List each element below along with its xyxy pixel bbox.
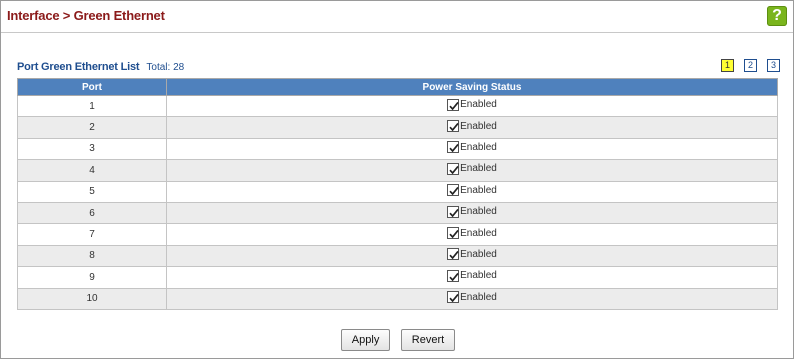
power-saving-status-label: Enabled <box>460 227 497 239</box>
checkmark-icon <box>449 165 459 175</box>
title-bar: Interface > Green Ethernet ? <box>1 1 793 33</box>
column-header-power-saving-status: Power Saving Status <box>166 78 778 96</box>
page-button-1[interactable]: 1 <box>721 59 734 72</box>
power-saving-status-label: Enabled <box>460 291 497 303</box>
table-row: 3 Enabled <box>17 137 778 161</box>
power-saving-checkbox[interactable] <box>447 162 460 175</box>
power-saving-status-cell: Enabled <box>166 116 778 139</box>
power-saving-toggle: Enabled <box>447 120 497 133</box>
power-saving-checkbox[interactable] <box>447 98 460 111</box>
column-header-port: Port <box>17 78 167 96</box>
port-cell: 10 <box>17 287 167 310</box>
power-saving-status-cell: Enabled <box>166 137 778 161</box>
checkmark-icon <box>449 144 459 153</box>
power-saving-checkbox[interactable] <box>447 120 460 133</box>
table-row: 5 Enabled <box>17 180 778 203</box>
table-row: 9 Enabled <box>17 266 778 289</box>
list-header: Port Green Ethernet List Total: 28 <box>17 61 184 73</box>
power-saving-checkbox[interactable] <box>447 227 460 240</box>
table-row: 1 Enabled <box>17 94 778 118</box>
table-row: 8 Enabled <box>17 244 778 268</box>
power-saving-toggle: Enabled <box>447 205 497 218</box>
power-saving-checkbox[interactable] <box>447 205 460 218</box>
checkmark-icon <box>449 187 459 196</box>
checkmark-icon <box>449 251 459 260</box>
table-header-row: Port Power Saving Status <box>17 78 778 96</box>
port-table: Port Power Saving Status 1 Enabled 2 Enable… <box>17 78 778 310</box>
power-saving-status-cell: Enabled <box>166 266 778 289</box>
power-saving-toggle: Enabled <box>447 248 497 261</box>
table-row: 2 Enabled <box>17 116 778 139</box>
help-icon[interactable]: ? <box>767 6 787 26</box>
power-saving-status-cell: Enabled <box>166 94 778 118</box>
checkmark-icon <box>449 101 459 110</box>
power-saving-status-label: Enabled <box>460 163 497 175</box>
table-row: 10 Enabled <box>17 287 778 310</box>
checkmark-icon <box>449 272 459 282</box>
checkmark-icon <box>449 122 459 132</box>
power-saving-toggle: Enabled <box>447 269 497 282</box>
checkmark-icon <box>449 294 459 303</box>
checkmark-icon <box>449 229 459 239</box>
power-saving-checkbox[interactable] <box>447 141 460 154</box>
power-saving-status-label: Enabled <box>460 120 497 132</box>
page-button-2[interactable]: 2 <box>744 59 757 72</box>
power-saving-checkbox[interactable] <box>447 184 460 197</box>
table-row: 6 Enabled <box>17 201 778 225</box>
port-cell: 4 <box>17 159 167 182</box>
port-cell: 6 <box>17 201 167 225</box>
power-saving-checkbox[interactable] <box>447 269 460 282</box>
power-saving-toggle: Enabled <box>447 162 497 175</box>
power-saving-status-cell: Enabled <box>166 244 778 268</box>
power-saving-toggle: Enabled <box>447 291 497 304</box>
power-saving-status-label: Enabled <box>460 206 497 218</box>
table-row: 4 Enabled <box>17 159 778 182</box>
port-cell: 1 <box>17 94 167 118</box>
power-saving-status-label: Enabled <box>460 99 497 111</box>
power-saving-toggle: Enabled <box>447 184 497 197</box>
list-title: Port Green Ethernet List <box>17 61 140 73</box>
power-saving-checkbox[interactable] <box>447 291 460 304</box>
power-saving-toggle: Enabled <box>447 141 497 154</box>
power-saving-checkbox[interactable] <box>447 248 460 261</box>
port-cell: 9 <box>17 266 167 289</box>
list-total: Total: 28 <box>146 62 185 73</box>
power-saving-toggle: Enabled <box>447 98 497 111</box>
power-saving-status-label: Enabled <box>460 184 497 196</box>
checkmark-icon <box>449 208 459 217</box>
page-title: Interface > Green Ethernet <box>7 8 165 23</box>
apply-button[interactable]: Apply <box>340 329 391 351</box>
action-buttons: Apply Revert <box>1 329 794 351</box>
power-saving-status-cell: Enabled <box>166 223 778 246</box>
power-saving-status-cell: Enabled <box>166 201 778 225</box>
power-saving-status-label: Enabled <box>460 141 497 153</box>
power-saving-status-cell: Enabled <box>166 159 778 182</box>
power-saving-status-cell: Enabled <box>166 180 778 203</box>
port-cell: 5 <box>17 180 167 203</box>
power-saving-status-label: Enabled <box>460 248 497 260</box>
power-saving-status-label: Enabled <box>460 270 497 282</box>
revert-button[interactable]: Revert <box>400 329 456 351</box>
page-button-3[interactable]: 3 <box>767 59 780 72</box>
port-cell: 7 <box>17 223 167 246</box>
pagination: 1 2 3 <box>721 59 780 72</box>
power-saving-toggle: Enabled <box>447 227 497 240</box>
port-cell: 8 <box>17 244 167 268</box>
power-saving-status-cell: Enabled <box>166 287 778 310</box>
table-row: 7 Enabled <box>17 223 778 246</box>
port-cell: 3 <box>17 137 167 161</box>
port-cell: 2 <box>17 116 167 139</box>
content-frame: Interface > Green Ethernet ? Port Green … <box>0 0 794 359</box>
